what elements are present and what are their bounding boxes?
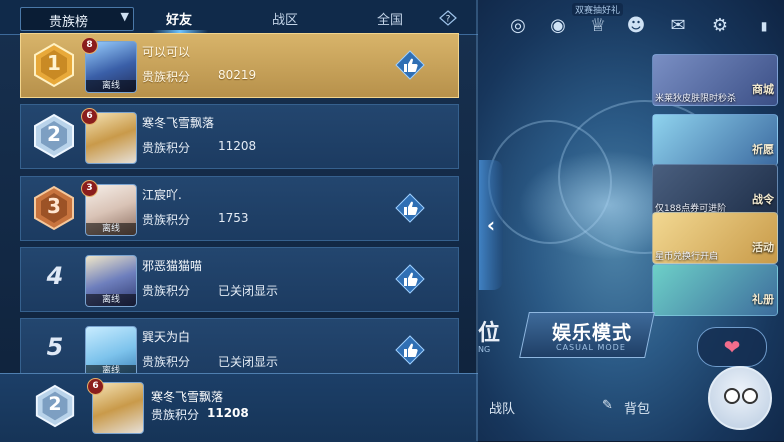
- side-card-tag: 战令: [752, 193, 774, 206]
- mascot-eye: [724, 388, 740, 404]
- offline-label: 离线: [86, 80, 136, 92]
- rank-number: 1: [47, 51, 61, 75]
- score-label: 贵族积分: [142, 284, 191, 298]
- heart-button[interactable]: ❤: [697, 327, 767, 367]
- leaderboard-row[interactable]: 4 离线 邪恶猫猫喵 贵族积分 已关闭显示: [20, 247, 459, 312]
- leaderboard-type-dropdown[interactable]: 贵族榜 ▼: [20, 7, 134, 31]
- leaderboard-tabs: 贵族榜 ▼ 好友 战区 全国 ?: [0, 0, 478, 35]
- score-label: 贵族积分: [142, 70, 191, 84]
- my-noble-level-badge: 6: [87, 378, 104, 395]
- side-card-wish[interactable]: 祈愿: [652, 114, 778, 166]
- offline-label: 离线: [86, 223, 136, 235]
- player-name: 邪恶猫猫喵: [142, 259, 203, 273]
- leaderboard-row[interactable]: 2 6 寒冬飞雪飘落 贵族积分 11208: [20, 104, 459, 169]
- chevron-down-icon: ▼: [120, 10, 129, 23]
- thumbs-up-icon[interactable]: [395, 50, 425, 80]
- score-value: 已关闭显示: [218, 284, 279, 298]
- side-card-pass[interactable]: 仅188点券可进阶 战令: [652, 164, 778, 216]
- mascot-avatar[interactable]: [708, 366, 772, 430]
- nav-bag[interactable]: 背包: [624, 398, 650, 417]
- side-card-caption: 米莱狄皮肤限时秒杀: [655, 94, 737, 104]
- avatar[interactable]: 离线: [85, 255, 137, 307]
- offline-label: 离线: [86, 294, 136, 306]
- thumbs-up-icon[interactable]: [395, 335, 425, 365]
- svg-text:?: ?: [446, 15, 451, 25]
- side-card-shop[interactable]: 米莱狄皮肤限时秒杀 商城: [652, 54, 778, 106]
- my-score-label: 贵族积分: [151, 408, 200, 422]
- leaderboard-row[interactable]: 3 离线 3 江宸吖. 贵族积分 1753: [20, 176, 459, 241]
- rank-number: 5: [46, 333, 64, 361]
- thumbs-up-icon[interactable]: [395, 193, 425, 223]
- bag-icon[interactable]: ✎: [602, 398, 613, 413]
- mail-icon[interactable]: ✉: [666, 14, 690, 38]
- score-value: 11208: [218, 139, 257, 153]
- avatar[interactable]: 离线: [85, 326, 137, 378]
- side-card-event[interactable]: 星币兑换行开启 活动: [652, 212, 778, 264]
- my-rank-number: 2: [48, 393, 62, 415]
- rank-number: 4: [46, 262, 64, 290]
- score-label: 贵族积分: [142, 355, 191, 369]
- noble-level-badge: 3: [81, 180, 98, 197]
- player-name: 寒冬飞雪飘落: [142, 116, 215, 130]
- mascot-eye: [742, 388, 758, 404]
- player-name: 巽天为白: [142, 330, 191, 344]
- casual-mode-title[interactable]: 娱乐模式: [552, 318, 632, 345]
- score-value: 1753: [218, 211, 249, 225]
- eye-icon[interactable]: ◉: [546, 14, 570, 38]
- my-name: 寒冬飞雪飘落: [151, 390, 224, 404]
- side-card-tag: 活动: [752, 241, 774, 254]
- tab-friends[interactable]: 好友: [166, 9, 192, 28]
- rank-number: 2: [47, 122, 61, 146]
- side-card-tag: 祈愿: [752, 143, 774, 156]
- side-card-tag: 商城: [752, 83, 774, 96]
- tab-national[interactable]: 全国: [377, 9, 403, 28]
- target-icon[interactable]: ◎: [506, 14, 530, 38]
- score-label: 贵族积分: [142, 213, 191, 227]
- side-card-caption: 星币兑换行开启: [655, 252, 719, 262]
- leaderboard-row[interactable]: 1 离线 8 可以可以 贵族积分 80219: [20, 33, 459, 98]
- question-icon[interactable]: ?: [439, 10, 457, 26]
- side-card-gift[interactable]: 礼册: [652, 264, 778, 316]
- ranked-mode-label[interactable]: 位: [478, 315, 500, 347]
- collapse-panel-button[interactable]: ‹: [479, 160, 503, 290]
- side-card-tag: 礼册: [752, 293, 774, 306]
- friends-icon[interactable]: ☻: [624, 14, 648, 38]
- score-label: 贵族积分: [142, 141, 191, 155]
- trophy-icon[interactable]: ♕: [586, 14, 610, 38]
- casual-mode-sub: CASUAL MODE: [556, 343, 626, 352]
- nav-team[interactable]: 战队: [489, 398, 515, 417]
- rank-number: 3: [47, 194, 61, 218]
- leaderboard-panel: 贵族榜 ▼ 好友 战区 全国 ? 1 离线 8 可以可以 贵族积分 80219: [0, 0, 478, 442]
- noble-level-badge: 6: [81, 108, 98, 125]
- my-score-value: 11208: [207, 406, 249, 420]
- gear-icon[interactable]: ⚙: [708, 14, 732, 38]
- dropdown-label: 贵族榜: [49, 15, 89, 30]
- tab-region[interactable]: 战区: [272, 9, 298, 28]
- score-value: 已关闭显示: [218, 355, 279, 369]
- thumbs-up-icon[interactable]: [395, 264, 425, 294]
- player-name: 可以可以: [142, 45, 191, 59]
- noble-level-badge: 8: [81, 37, 98, 54]
- player-name: 江宸吖.: [142, 188, 182, 202]
- score-value: 80219: [218, 68, 257, 82]
- wifi-icon: ▮: [760, 19, 768, 33]
- ranked-mode-sub: NG: [478, 345, 491, 354]
